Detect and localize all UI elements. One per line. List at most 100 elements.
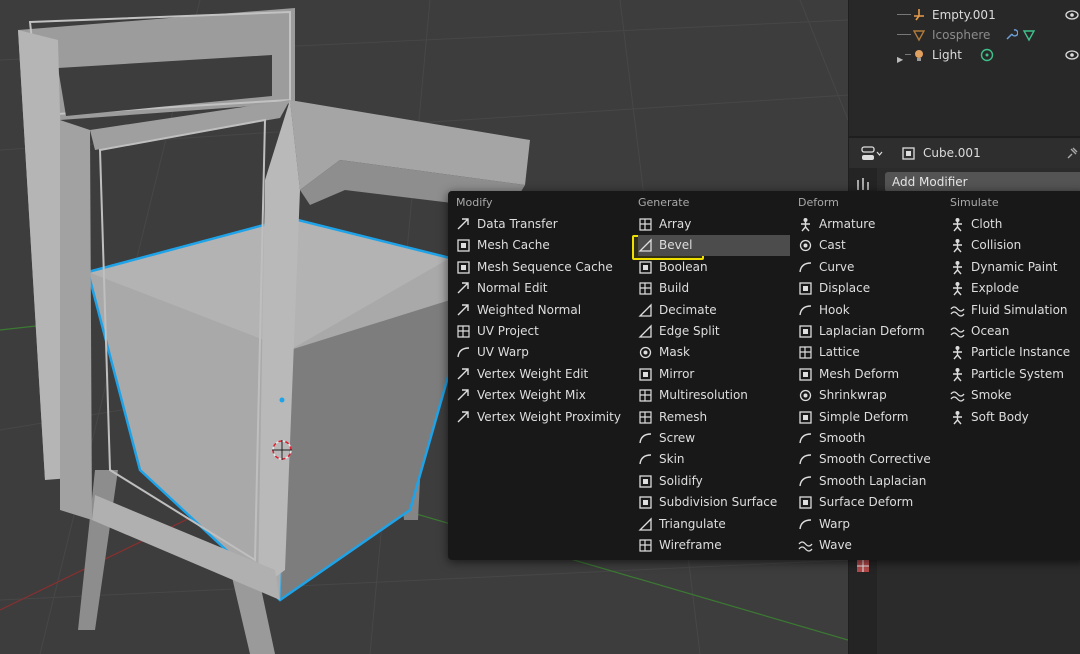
menu-item-label: Smooth Laplacian xyxy=(819,473,927,488)
modifier-item-warp[interactable]: Warp xyxy=(798,514,948,535)
menu-item-label: Lattice xyxy=(819,345,860,360)
modifier-item-laplacian-deform[interactable]: Laplacian Deform xyxy=(798,321,948,342)
properties-header: Cube.001 xyxy=(849,136,1080,168)
visibility-eye-icon[interactable] xyxy=(1065,48,1079,62)
wrench-icon[interactable] xyxy=(1004,28,1018,42)
modifier-item-shrinkwrap[interactable]: Shrinkwrap xyxy=(798,385,948,406)
modifier-item-screw[interactable]: Screw xyxy=(638,428,790,449)
modifier-item-soft-body[interactable]: Soft Body xyxy=(950,407,1080,428)
modifier-item-decimate[interactable]: Decimate xyxy=(638,300,790,321)
outliner-item-icosphere[interactable]: Icosphere xyxy=(849,25,1080,45)
modifier-item-smooth-corrective[interactable]: Smooth Corrective xyxy=(798,449,948,470)
menu-item-label: Wireframe xyxy=(659,538,722,552)
menu-item-label: Particle Instance xyxy=(971,345,1071,360)
menu-item-label: Warp xyxy=(819,516,851,531)
skin-icon xyxy=(639,454,652,465)
mesh-sequence-cache-icon xyxy=(457,261,470,274)
modifier-item-curve[interactable]: Curve xyxy=(798,257,948,278)
modifier-item-edge-split[interactable]: Edge Split xyxy=(638,321,790,342)
menu-item-label: Array xyxy=(659,217,692,231)
modifier-item-triangulate[interactable]: Triangulate xyxy=(638,514,790,535)
outliner-item-light[interactable]: ▶ Light xyxy=(849,45,1080,65)
modifier-item-mirror[interactable]: Mirror xyxy=(638,364,790,385)
modifier-item-smooth-laplacian[interactable]: Smooth Laplacian xyxy=(798,471,948,492)
mirror-icon xyxy=(639,368,652,381)
pin-icon[interactable] xyxy=(1065,146,1079,160)
wireframe-icon xyxy=(639,539,652,552)
tree-line xyxy=(897,34,911,35)
mesh-data-icon[interactable] xyxy=(1022,28,1036,42)
modifier-item-fluid-simulation[interactable]: Fluid Simulation xyxy=(950,300,1080,321)
modifier-item-solidify[interactable]: Solidify xyxy=(638,471,790,492)
smooth-icon xyxy=(799,433,812,444)
light-data-icon[interactable] xyxy=(980,48,994,62)
modifier-item-surface-deform[interactable]: Surface Deform xyxy=(798,492,948,513)
boolean-icon xyxy=(639,261,652,274)
modifier-item-lattice[interactable]: Lattice xyxy=(798,342,948,363)
tool-tab-icon[interactable] xyxy=(855,176,871,192)
modifier-item-particle-instance[interactable]: Particle Instance xyxy=(950,342,1080,363)
explode-icon xyxy=(953,282,962,296)
modifier-item-weighted-normal[interactable]: Weighted Normal xyxy=(456,300,626,321)
remesh-icon xyxy=(639,410,652,424)
modifier-item-armature[interactable]: Armature xyxy=(798,214,948,235)
smoke-icon xyxy=(950,391,965,402)
expand-arrow-icon[interactable]: ▶ xyxy=(897,50,903,70)
modifier-item-smoke[interactable]: Smoke xyxy=(950,385,1080,406)
outliner-item-empty[interactable]: Empty.001 xyxy=(849,5,1080,25)
build-icon xyxy=(639,282,652,295)
visibility-eye-icon[interactable] xyxy=(1065,8,1079,22)
modifier-item-ocean[interactable]: Ocean xyxy=(950,321,1080,342)
modifier-item-data-transfer[interactable]: Data Transfer xyxy=(456,214,626,235)
modifier-item-uv-warp[interactable]: UV Warp xyxy=(456,342,626,363)
add-modifier-button[interactable]: Add Modifier xyxy=(885,172,1080,192)
modifier-item-collision[interactable]: Collision xyxy=(950,235,1080,256)
modifier-item-smooth[interactable]: Smooth xyxy=(798,428,948,449)
modifier-item-remesh[interactable]: Remesh xyxy=(638,407,790,428)
modifier-item-mesh-sequence-cache[interactable]: Mesh Sequence Cache xyxy=(456,257,626,278)
modifier-item-vertex-weight-mix[interactable]: Vertex Weight Mix xyxy=(456,385,626,406)
wave-icon xyxy=(798,541,813,552)
modifier-item-dynamic-paint[interactable]: Dynamic Paint xyxy=(950,257,1080,278)
menu-item-label: Subdivision Surface xyxy=(659,495,778,510)
hook-icon xyxy=(799,304,812,315)
shrinkwrap-icon xyxy=(799,390,812,402)
modifier-item-particle-system[interactable]: Particle System xyxy=(950,364,1080,385)
modifier-item-bevel[interactable]: Bevel xyxy=(638,235,790,257)
array-icon xyxy=(639,218,652,231)
modifier-item-wireframe[interactable]: Wireframe xyxy=(638,535,790,556)
modifier-item-cloth[interactable]: Cloth xyxy=(950,214,1080,235)
modifier-item-build[interactable]: Build xyxy=(638,278,790,299)
menu-item-label: Laplacian Deform xyxy=(819,324,925,338)
modifier-item-cast[interactable]: Cast xyxy=(798,235,948,256)
uv-warp-icon xyxy=(457,347,470,358)
modifier-item-uv-project[interactable]: UV Project xyxy=(456,321,626,342)
modifier-item-wave[interactable]: Wave xyxy=(798,535,948,556)
modifier-item-displace[interactable]: Displace xyxy=(798,278,948,299)
modifier-item-mesh-deform[interactable]: Mesh Deform xyxy=(798,364,948,385)
outliner-item-label: Empty.001 xyxy=(932,8,996,22)
modifier-item-vertex-weight-proximity[interactable]: Vertex Weight Proximity xyxy=(456,407,626,428)
menu-item-label: Decimate xyxy=(659,302,717,317)
menu-item-label: Mesh Deform xyxy=(819,366,900,381)
modifier-item-normal-edit[interactable]: Normal Edit xyxy=(456,278,626,299)
modifier-item-array[interactable]: Array xyxy=(638,214,790,235)
modifier-item-skin[interactable]: Skin xyxy=(638,449,790,470)
dynamic-paint-icon xyxy=(953,260,962,275)
modifier-item-mesh-cache[interactable]: Mesh Cache xyxy=(456,235,626,256)
modifier-item-mask[interactable]: Mask xyxy=(638,342,790,363)
modifier-item-subdivision-surface[interactable]: Subdivision Surface xyxy=(638,492,790,513)
modifier-item-vertex-weight-edit[interactable]: Vertex Weight Edit xyxy=(456,364,626,385)
modifier-item-multiresolution[interactable]: Multiresolution xyxy=(638,385,790,406)
modifier-item-simple-deform[interactable]: Simple Deform xyxy=(798,407,948,428)
mesh-icon xyxy=(912,30,926,42)
texture-tab-icon[interactable] xyxy=(855,558,871,574)
menu-item-label: Vertex Weight Proximity xyxy=(477,409,621,424)
outliner-item-label: Icosphere xyxy=(932,28,991,42)
bevel-icon xyxy=(638,238,652,253)
modifier-item-boolean[interactable]: Boolean xyxy=(638,257,790,278)
modifier-item-explode[interactable]: Explode xyxy=(950,278,1080,299)
menu-item-label: Build xyxy=(659,281,690,296)
modifier-item-hook[interactable]: Hook xyxy=(798,300,948,321)
editor-type-icon[interactable] xyxy=(861,146,883,162)
